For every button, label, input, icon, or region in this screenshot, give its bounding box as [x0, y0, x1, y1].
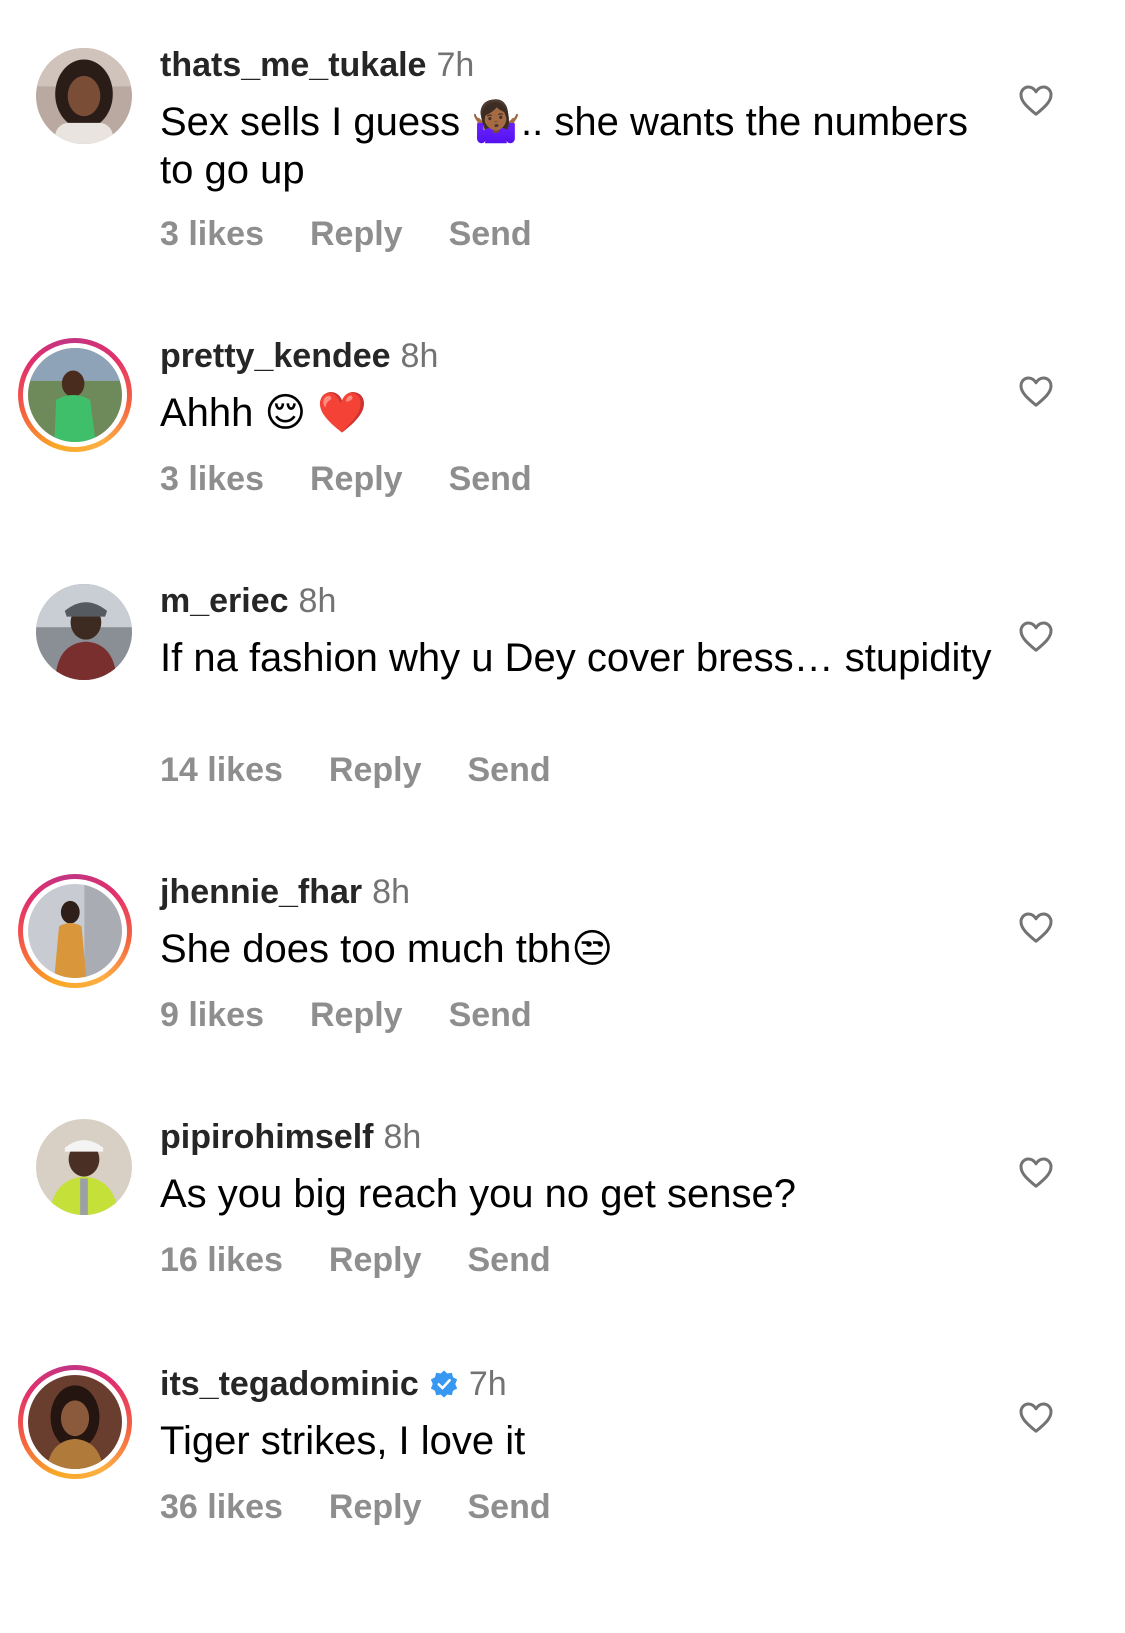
username[interactable]: its_tegadominic: [160, 1365, 419, 1403]
avatar-image: [28, 1375, 122, 1469]
comment-text: If na fashion why u Dey cover bress… stu…: [160, 636, 992, 680]
avatar-story-ring[interactable]: [18, 874, 132, 988]
send-button[interactable]: Send: [449, 215, 532, 253]
avatar[interactable]: [36, 48, 132, 144]
comment-text: Ahhh 😌 ❤️: [160, 391, 368, 435]
avatar[interactable]: [36, 584, 132, 680]
avatar-image: [36, 48, 132, 144]
comment-time: 8h: [383, 1118, 422, 1156]
like-heart-icon[interactable]: [1018, 1400, 1054, 1434]
send-button[interactable]: Send: [467, 1241, 550, 1279]
comment-time: 8h: [298, 582, 337, 620]
comment-time: 7h: [436, 46, 475, 84]
comment-time: 8h: [372, 873, 410, 911]
send-button[interactable]: Send: [449, 460, 532, 498]
avatar-photo-icon: [36, 48, 132, 144]
likes-count[interactable]: 3 likes: [160, 460, 264, 498]
reply-button[interactable]: Reply: [329, 1241, 422, 1279]
avatar-photo-icon: [28, 1375, 122, 1469]
avatar-image: [36, 584, 132, 680]
reply-button[interactable]: Reply: [329, 1488, 422, 1526]
likes-count[interactable]: 36 likes: [160, 1488, 283, 1526]
avatar-image: [28, 348, 122, 442]
like-heart-icon[interactable]: [1018, 1155, 1054, 1189]
likes-count[interactable]: 9 likes: [160, 996, 264, 1034]
likes-count[interactable]: 14 likes: [160, 751, 283, 789]
avatar[interactable]: [36, 1119, 132, 1215]
comment-text: Sex sells I guess 🤷🏾‍♀️.. she wants the …: [160, 100, 968, 192]
avatar-story-ring[interactable]: [18, 338, 132, 452]
like-heart-icon[interactable]: [1018, 83, 1054, 117]
like-heart-icon[interactable]: [1018, 910, 1054, 944]
avatar-image: [36, 1119, 132, 1215]
comment-time: 7h: [468, 1365, 507, 1403]
send-button[interactable]: Send: [449, 996, 532, 1034]
username[interactable]: thats_me_tukale: [160, 46, 426, 84]
likes-count[interactable]: 3 likes: [160, 215, 264, 253]
username[interactable]: jhennie_fhar: [160, 873, 362, 911]
send-button[interactable]: Send: [467, 751, 550, 789]
avatar-photo-icon: [36, 584, 132, 680]
username[interactable]: pretty_kendee: [160, 337, 391, 375]
comment-time: 8h: [400, 337, 439, 375]
like-heart-icon[interactable]: [1018, 374, 1054, 408]
reply-button[interactable]: Reply: [310, 996, 403, 1034]
reply-button[interactable]: Reply: [310, 460, 403, 498]
comment-text: She does too much tbh😒: [160, 927, 614, 971]
comment-text: Tiger strikes, I love it: [160, 1419, 526, 1463]
username[interactable]: pipirohimself: [160, 1118, 373, 1156]
avatar-photo-icon: [36, 1119, 132, 1215]
avatar-story-ring[interactable]: [18, 1365, 132, 1479]
likes-count[interactable]: 16 likes: [160, 1241, 283, 1279]
username[interactable]: m_eriec: [160, 582, 289, 620]
comment-text: As you big reach you no get sense?: [160, 1172, 796, 1216]
avatar-image: [28, 884, 122, 978]
send-button[interactable]: Send: [467, 1488, 550, 1526]
avatar-photo-icon: [28, 884, 122, 978]
verified-badge-icon: [430, 1370, 457, 1398]
like-heart-icon[interactable]: [1018, 619, 1054, 653]
avatar-photo-icon: [28, 348, 122, 442]
reply-button[interactable]: Reply: [329, 751, 422, 789]
reply-button[interactable]: Reply: [310, 215, 403, 253]
